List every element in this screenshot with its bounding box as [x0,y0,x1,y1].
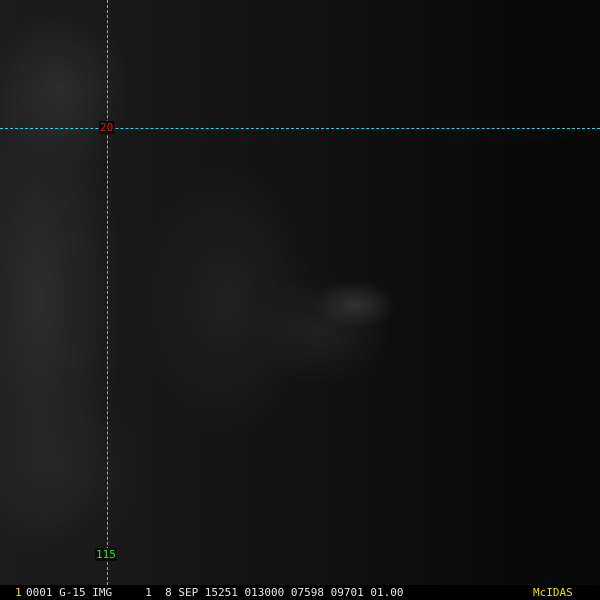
latitude-grid-line [0,128,600,129]
latitude-label: 20 [99,121,115,134]
longitude-label: 115 [95,548,117,561]
status-bar: 1 0001 G-15 IMG 1 8 SEP 15251 013000 075… [0,585,600,600]
image-metadata-line: 0001 G-15 IMG 1 8 SEP 15251 013000 07598… [26,586,404,599]
satellite-image-viewer: 20 115 1 0001 G-15 IMG 1 8 SEP 15251 013… [0,0,600,600]
satellite-imagery [0,0,600,600]
frame-number: 1 [15,586,22,599]
brand-label: McIDAS [533,586,573,599]
cloud-storm-fringe [250,275,390,385]
longitude-grid-line [107,0,108,585]
